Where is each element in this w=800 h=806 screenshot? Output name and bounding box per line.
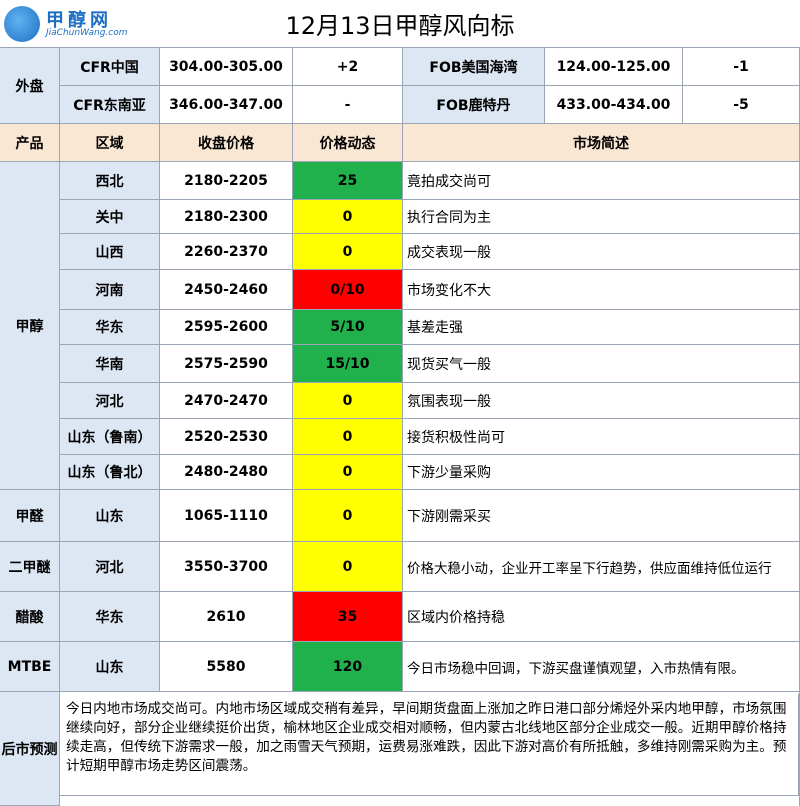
row-dynamic: 25 bbox=[293, 162, 403, 200]
row-region: 河北 bbox=[60, 542, 160, 592]
row-region: 河北 bbox=[60, 383, 160, 419]
globe-icon bbox=[4, 6, 40, 42]
row-price: 2180-2300 bbox=[160, 200, 293, 234]
product-acetic-acid: 醋酸 bbox=[0, 592, 60, 642]
row-region: 华东 bbox=[60, 592, 160, 642]
row-region: 华东 bbox=[60, 310, 160, 345]
outlook-label: 后市预测 bbox=[0, 692, 60, 806]
row-price: 2575-2590 bbox=[160, 345, 293, 383]
site-logo: 甲醇网 JiaChunWang.com bbox=[4, 4, 144, 44]
row-summary: 下游少量采购 bbox=[403, 455, 800, 490]
row-dynamic: 0 bbox=[293, 490, 403, 542]
external-price: 433.00-434.00 bbox=[545, 86, 683, 124]
header-price: 收盘价格 bbox=[160, 124, 293, 162]
row-region: 河南 bbox=[60, 270, 160, 310]
row-summary: 基差走强 bbox=[403, 310, 800, 345]
row-price: 1065-1110 bbox=[160, 490, 293, 542]
row-dynamic: 0 bbox=[293, 200, 403, 234]
row-region: 华南 bbox=[60, 345, 160, 383]
external-label: 外盘 bbox=[0, 48, 60, 124]
row-summary: 下游刚需采买 bbox=[403, 490, 800, 542]
row-dynamic: 120 bbox=[293, 642, 403, 692]
product-mtbe: MTBE bbox=[0, 642, 60, 692]
row-price: 2595-2600 bbox=[160, 310, 293, 345]
header-product: 产品 bbox=[0, 124, 60, 162]
row-region: 山东（鲁北） bbox=[60, 455, 160, 490]
row-region: 山西 bbox=[60, 234, 160, 270]
external-name: CFR东南亚 bbox=[60, 86, 160, 124]
methanol-price-sheet: 12月13日甲醇风向标 甲醇网 JiaChunWang.com 外盘 CFR中国… bbox=[0, 0, 800, 806]
external-change: - bbox=[293, 86, 403, 124]
row-dynamic: 0 bbox=[293, 455, 403, 490]
row-price: 2520-2530 bbox=[160, 419, 293, 455]
row-dynamic: 0 bbox=[293, 542, 403, 592]
row-summary: 执行合同为主 bbox=[403, 200, 800, 234]
row-dynamic: 5/10 bbox=[293, 310, 403, 345]
row-region: 山东 bbox=[60, 490, 160, 542]
row-summary: 区域内价格持稳 bbox=[403, 592, 800, 642]
row-price: 2610 bbox=[160, 592, 293, 642]
row-summary: 成交表现一般 bbox=[403, 234, 800, 270]
row-dynamic: 35 bbox=[293, 592, 403, 642]
row-price: 2180-2205 bbox=[160, 162, 293, 200]
product-formaldehyde: 甲醛 bbox=[0, 490, 60, 542]
outlook-text: 今日内地市场成交尚可。内地市场区域成交稍有差异，早间期货盘面上涨加之昨日港口部分… bbox=[60, 694, 799, 796]
row-price: 5580 bbox=[160, 642, 293, 692]
row-summary: 竟拍成交尚可 bbox=[403, 162, 800, 200]
external-name: CFR中国 bbox=[60, 48, 160, 86]
row-price: 2470-2470 bbox=[160, 383, 293, 419]
row-dynamic: 0 bbox=[293, 419, 403, 455]
product-methanol: 甲醇 bbox=[0, 162, 60, 490]
logo-url: JiaChunWang.com bbox=[46, 28, 128, 38]
row-summary: 现货买气一般 bbox=[403, 345, 800, 383]
row-summary: 氛围表现一般 bbox=[403, 383, 800, 419]
external-price: 346.00-347.00 bbox=[160, 86, 293, 124]
row-summary: 市场变化不大 bbox=[403, 270, 800, 310]
product-dme: 二甲醚 bbox=[0, 542, 60, 592]
row-price: 2480-2480 bbox=[160, 455, 293, 490]
row-region: 关中 bbox=[60, 200, 160, 234]
row-summary: 价格大稳小动，企业开工率呈下行趋势，供应面维持低位运行 bbox=[403, 542, 800, 592]
external-price: 124.00-125.00 bbox=[545, 48, 683, 86]
row-dynamic: 0/10 bbox=[293, 270, 403, 310]
row-dynamic: 0 bbox=[293, 234, 403, 270]
external-change: -5 bbox=[683, 86, 800, 124]
header-summary: 市场简述 bbox=[403, 124, 800, 162]
external-change: +2 bbox=[293, 48, 403, 86]
row-price: 2260-2370 bbox=[160, 234, 293, 270]
row-price: 2450-2460 bbox=[160, 270, 293, 310]
row-region: 山东（鲁南） bbox=[60, 419, 160, 455]
external-price: 304.00-305.00 bbox=[160, 48, 293, 86]
external-name: FOB鹿特丹 bbox=[403, 86, 545, 124]
row-region: 西北 bbox=[60, 162, 160, 200]
row-region: 山东 bbox=[60, 642, 160, 692]
header-region: 区域 bbox=[60, 124, 160, 162]
row-dynamic: 0 bbox=[293, 383, 403, 419]
row-dynamic: 15/10 bbox=[293, 345, 403, 383]
external-change: -1 bbox=[683, 48, 800, 86]
row-summary: 今日市场稳中回调，下游买盘谨慎观望，入市热情有限。 bbox=[403, 642, 800, 692]
row-price: 3550-3700 bbox=[160, 542, 293, 592]
row-summary: 接货积极性尚可 bbox=[403, 419, 800, 455]
external-name: FOB美国海湾 bbox=[403, 48, 545, 86]
header-dynamic: 价格动态 bbox=[293, 124, 403, 162]
